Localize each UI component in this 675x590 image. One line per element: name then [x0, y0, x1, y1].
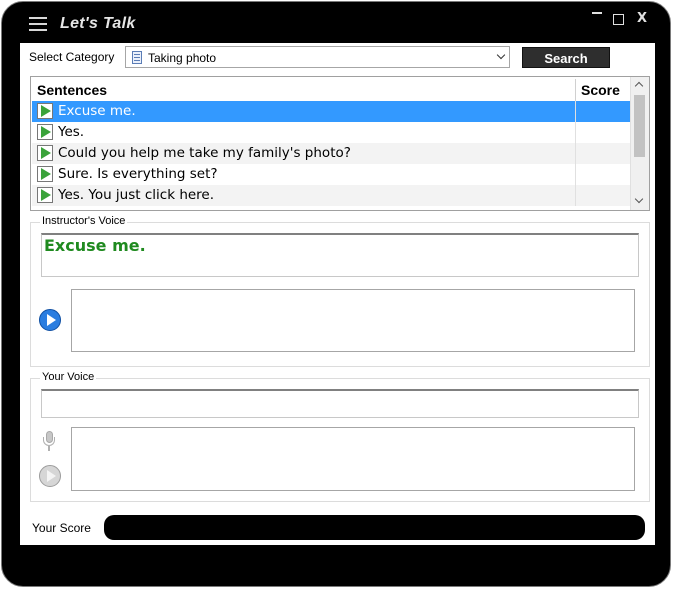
- score-cell: [575, 164, 631, 185]
- title-bar: Let's Talk X: [0, 0, 675, 44]
- minimize-button[interactable]: [592, 12, 602, 14]
- sentences-table: Sentences Score Excuse me. Yes. Could yo…: [30, 76, 650, 211]
- score-bar: [104, 515, 645, 540]
- score-cell: [575, 185, 631, 206]
- document-icon: [132, 51, 142, 64]
- sentence-text: Yes. You just click here.: [58, 187, 215, 203]
- category-label: Select Category: [29, 50, 115, 64]
- play-circle-icon[interactable]: [39, 465, 61, 487]
- vertical-scrollbar[interactable]: [630, 77, 649, 210]
- category-value: Taking photo: [148, 51, 217, 65]
- chevron-down-icon: [496, 50, 506, 60]
- play-icon[interactable]: [37, 145, 53, 161]
- play-icon[interactable]: [37, 166, 53, 182]
- your-waveform-box: [71, 427, 635, 491]
- category-dropdown[interactable]: Taking photo: [125, 46, 510, 68]
- table-row[interactable]: Yes. You just click here.: [32, 185, 630, 206]
- instructor-voice-legend: Instructor's Voice: [40, 215, 128, 227]
- column-header-score[interactable]: Score: [581, 82, 620, 98]
- instructor-text-field: Excuse me.: [41, 233, 639, 277]
- instructor-voice-group: Instructor's Voice Excuse me.: [30, 215, 650, 367]
- table-row[interactable]: Sure. Is everything set?: [32, 164, 630, 185]
- column-separator[interactable]: [575, 79, 576, 101]
- instructor-text: Excuse me.: [44, 236, 146, 255]
- sentence-text: Sure. Is everything set?: [58, 166, 218, 182]
- score-cell: [575, 122, 631, 143]
- score-cell: [575, 143, 631, 164]
- sentence-text: Yes.: [58, 124, 85, 140]
- your-voice-legend: Your Voice: [40, 371, 97, 383]
- play-icon[interactable]: [37, 124, 53, 140]
- chevron-up-icon[interactable]: [634, 81, 644, 91]
- table-row[interactable]: Could you help me take my family's photo…: [32, 143, 630, 164]
- table-row[interactable]: Excuse me.: [32, 101, 630, 122]
- close-button[interactable]: X: [637, 11, 647, 27]
- your-voice-group: Your Voice: [30, 371, 650, 502]
- sentence-text: Could you help me take my family's photo…: [58, 145, 351, 161]
- scrollbar-thumb[interactable]: [634, 95, 645, 157]
- main-panel: Select Category Taking photo Search Sent…: [20, 43, 655, 545]
- play-icon[interactable]: [37, 103, 53, 119]
- play-icon[interactable]: [37, 187, 53, 203]
- instructor-waveform-box: [71, 289, 635, 352]
- play-circle-icon[interactable]: [39, 309, 61, 331]
- app-title: Let's Talk: [60, 15, 136, 32]
- your-text-field: [41, 389, 639, 418]
- search-button[interactable]: Search: [522, 47, 610, 68]
- hamburger-menu-icon[interactable]: [29, 17, 47, 31]
- sentence-text: Excuse me.: [58, 103, 136, 119]
- table-row[interactable]: Yes.: [32, 122, 630, 143]
- maximize-button[interactable]: [613, 14, 624, 25]
- microphone-icon[interactable]: [43, 431, 55, 453]
- column-header-sentences[interactable]: Sentences: [37, 82, 107, 98]
- score-label: Your Score: [32, 521, 91, 535]
- score-cell: [575, 101, 631, 122]
- chevron-down-icon[interactable]: [634, 194, 644, 204]
- table-header: Sentences Score: [31, 77, 631, 101]
